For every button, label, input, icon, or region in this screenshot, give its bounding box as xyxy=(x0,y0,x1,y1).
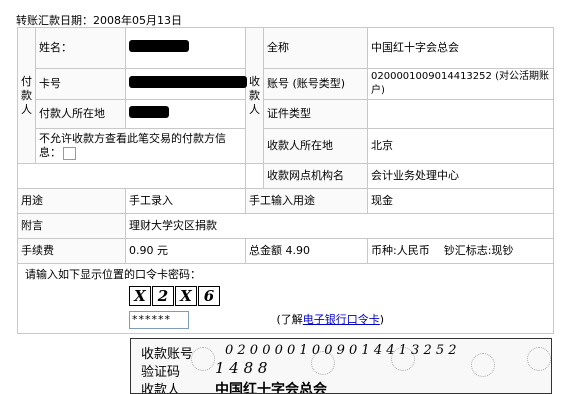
payer-location-label: 付款人所在地 xyxy=(35,99,126,129)
payer-privacy-row: 不允许收款方查看此笔交易的付款方信息： xyxy=(35,128,246,164)
payer-name-label: 姓名： xyxy=(35,27,126,69)
payer-location-value xyxy=(125,99,246,129)
e-bank-card-link[interactable]: 电子银行口令卡 xyxy=(303,313,380,326)
transfer-details-table: 付款人 姓名： 收款人 全称 中国红十字会总会 卡号 账号 (账号类型) 020… xyxy=(17,27,554,334)
usage-label: 用途 xyxy=(17,188,126,214)
payee-section-label: 收款人 xyxy=(245,27,264,164)
payee-account-label: 账号 (账号类型) xyxy=(263,68,368,100)
payer-name-value xyxy=(125,27,246,69)
payer-card-label: 卡号 xyxy=(35,68,126,100)
fee-value: 0.90 元 xyxy=(125,238,246,264)
payee-id-type-label: 证件类型 xyxy=(263,99,368,129)
total-amount: 总金额 4.90 xyxy=(245,238,368,264)
watermark-circle xyxy=(527,347,551,371)
grid-char: X xyxy=(175,286,197,306)
payer-card-value xyxy=(125,68,247,100)
note-value: 理财大学灾区捐款 xyxy=(125,213,554,239)
total-label: 总金额 xyxy=(249,244,282,257)
payee-fullname-label: 全称 xyxy=(263,27,368,69)
privacy-checkbox[interactable] xyxy=(63,146,76,160)
transfer-date-label: 转账汇款日期：2008年05月13日 xyxy=(16,14,182,27)
payee-location-label: 收款人所在地 xyxy=(263,128,368,164)
payer-section-label: 付款人 xyxy=(17,27,36,164)
password-grid: X2X6 xyxy=(129,286,550,306)
manual-usage-value: 现金 xyxy=(367,188,554,214)
payee-branch-value: 会计业务处理中心 xyxy=(367,163,554,189)
card-code-label: 验证码 xyxy=(141,365,181,380)
note-label: 附言 xyxy=(17,213,126,239)
password-section: 请输入如下显示位置的口令卡密码： X2X6 ****** (了解电子银行口令卡) xyxy=(17,263,554,334)
grid-char: 6 xyxy=(198,286,220,306)
redacted-block xyxy=(129,76,247,88)
card-account-label: 收款账号 xyxy=(141,347,194,362)
currency-cell: 币种:人民币 钞汇标志:现钞 xyxy=(367,238,554,264)
help-link-wrapper: (了解电子银行口令卡) xyxy=(276,313,385,326)
manual-usage-label: 手工输入用途 xyxy=(245,188,368,214)
redacted-block xyxy=(129,40,189,52)
grid-char: 2 xyxy=(152,286,174,306)
card-account-digits: 0 2 0 0 0 0 1 0 0 9 0 1 4 4 1 3 2 5 2 xyxy=(225,343,457,358)
currency-text: 币种:人民币 xyxy=(371,244,430,257)
payment-card-preview: 收款账号 0 2 0 0 0 0 1 0 0 9 0 1 4 4 1 3 2 5… xyxy=(130,338,552,394)
grid-char: X xyxy=(129,286,151,306)
payee-fullname-value: 中国红十字会总会 xyxy=(367,27,554,69)
watermark-circle xyxy=(471,353,495,377)
card-code-value: 1 4 8 8 xyxy=(215,359,268,377)
total-value: 4.90 xyxy=(285,244,311,257)
payee-branch-label: 收款网点机构名 xyxy=(263,163,368,189)
payee-location-value: 北京 xyxy=(367,128,554,164)
watermark-circle xyxy=(191,347,215,371)
password-input[interactable]: ****** xyxy=(129,311,189,329)
redacted-block xyxy=(129,106,169,118)
cash-flag-text: 钞汇标志:现钞 xyxy=(443,244,514,257)
password-prompt: 请输入如下显示位置的口令卡密码： xyxy=(25,268,201,281)
payee-id-type-value xyxy=(367,99,554,129)
fee-label: 手续费 xyxy=(17,238,126,264)
usage-value: 手工录入 xyxy=(125,188,246,214)
payee-account-value: 0200001009014413252 (对公活期账户) xyxy=(367,68,554,100)
